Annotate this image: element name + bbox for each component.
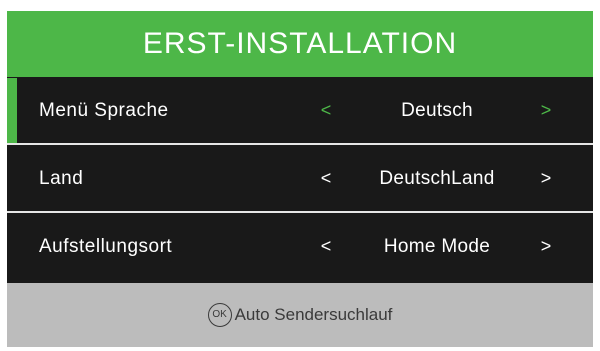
- ok-button-icon: OK: [207, 303, 232, 327]
- arrow-right-icon[interactable]: >: [536, 214, 556, 279]
- arrow-right-icon[interactable]: >: [536, 78, 556, 143]
- row-value: DeutschLand: [379, 168, 495, 189]
- menu-header: ERST-INSTALLATION: [7, 11, 593, 77]
- first-installation-menu: ERST-INSTALLATION Menü Sprache < Deutsch…: [7, 11, 593, 347]
- row-label: Land: [39, 168, 84, 189]
- auto-channel-search-label: Auto Sendersuchlauf: [234, 305, 393, 324]
- focus-indicator: [7, 78, 17, 143]
- divider: [7, 211, 593, 213]
- divider: [7, 143, 593, 145]
- row-label: Aufstellungsort: [39, 236, 173, 257]
- arrow-left-icon[interactable]: <: [316, 78, 336, 143]
- menu-footer[interactable]: OK Auto Sendersuchlauf: [7, 283, 593, 347]
- row-value: Deutsch: [401, 100, 473, 121]
- menu-title: ERST-INSTALLATION: [142, 27, 458, 60]
- menu-row-menu-language[interactable]: Menü Sprache < Deutsch >: [7, 78, 593, 143]
- menu-row-location[interactable]: Aufstellungsort < Home Mode >: [7, 214, 593, 279]
- row-label: Menü Sprache: [39, 100, 169, 121]
- arrow-left-icon[interactable]: <: [316, 146, 336, 211]
- arrow-left-icon[interactable]: <: [316, 214, 336, 279]
- row-value: Home Mode: [383, 236, 491, 257]
- menu-row-country[interactable]: Land < DeutschLand >: [7, 146, 593, 211]
- arrow-right-icon[interactable]: >: [536, 146, 556, 211]
